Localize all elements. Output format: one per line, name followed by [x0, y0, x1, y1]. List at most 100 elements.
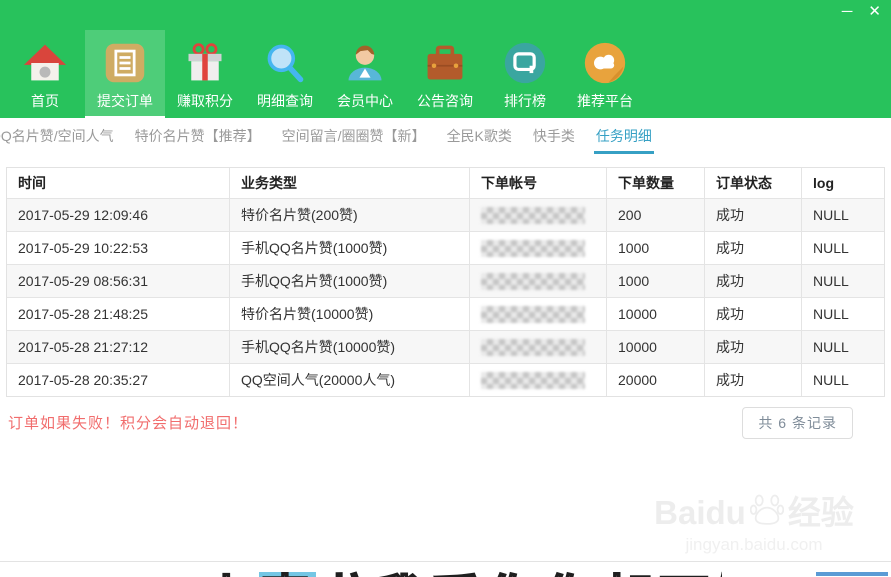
- minimize-button[interactable]: ─: [842, 4, 853, 19]
- cell-account: [469, 232, 606, 264]
- cell-status: 成功: [704, 298, 801, 330]
- col-header-status: 订单状态: [704, 168, 801, 198]
- bottom-blue-bar: [816, 572, 888, 576]
- caption-segment: 上: [202, 572, 259, 577]
- tab-k-song[interactable]: 全民K歌类: [445, 119, 514, 154]
- cell-qty: 20000: [606, 364, 704, 396]
- cell-time: 2017-05-29 10:22:53: [7, 232, 229, 264]
- cloud-platform-icon: [582, 40, 628, 86]
- tab-special-card-likes[interactable]: 特价名片赞【推荐】: [133, 119, 263, 154]
- masked-account: [481, 207, 585, 224]
- nav-item-label: 赚取积分: [177, 91, 233, 111]
- record-count-badge: 共 6 条记录: [742, 407, 853, 439]
- cell-time: 2017-05-29 12:09:46: [7, 199, 229, 231]
- table-row: 2017-05-29 10:22:53 手机QQ名片赞(1000赞) 1000 …: [7, 231, 884, 264]
- watermark-brand-text: Baidu: [654, 495, 746, 531]
- gift-icon: [182, 40, 228, 86]
- cell-status: 成功: [704, 364, 801, 396]
- nav-item-label: 排行榜: [504, 91, 546, 111]
- caption-highlighted-segment: 麦: [259, 572, 316, 577]
- masked-account: [481, 339, 585, 356]
- nav-item-earn-points[interactable]: 赚取积分: [165, 30, 245, 118]
- main-nav: 首页 提交订单 赚取积分: [0, 30, 891, 118]
- cell-qty: 1000: [606, 232, 704, 264]
- caption-segment: 啦我爱你你却不知道: [316, 572, 722, 577]
- cell-account: [469, 364, 606, 396]
- baidu-jingyan-watermark: Baidu 经验 jingyan.baidu.com: [629, 492, 879, 555]
- magnifier-icon: [262, 40, 308, 86]
- cell-log: NULL: [801, 232, 884, 264]
- nav-item-member-center[interactable]: 会员中心: [325, 30, 405, 118]
- category-tab-bar: QQ名片赞/空间人气 特价名片赞【推荐】 空间留言/圈圈赞【新】 全民K歌类 快…: [0, 118, 891, 154]
- table-row: 2017-05-29 12:09:46 特价名片赞(200赞) 200 成功 N…: [7, 198, 884, 231]
- cell-qty: 10000: [606, 298, 704, 330]
- cell-time: 2017-05-28 21:27:12: [7, 331, 229, 363]
- table-header-row: 时间 业务类型 下单帐号 下单数量 订单状态 log: [7, 168, 884, 198]
- cell-type: 手机QQ名片赞(1000赞): [229, 265, 469, 297]
- cell-status: 成功: [704, 199, 801, 231]
- cell-account: [469, 265, 606, 297]
- masked-account: [481, 240, 585, 257]
- col-header-log: log: [801, 168, 884, 198]
- ranking-icon: [502, 40, 548, 86]
- masked-account: [481, 372, 585, 389]
- cell-qty: 200: [606, 199, 704, 231]
- submit-order-icon: [102, 40, 148, 86]
- cell-time: 2017-05-28 20:35:27: [7, 364, 229, 396]
- cell-account: [469, 199, 606, 231]
- col-header-time: 时间: [7, 168, 229, 198]
- tab-task-detail[interactable]: 任务明细: [594, 119, 654, 154]
- refund-warning-text: 订单如果失败！积分会自动退回！: [8, 412, 248, 433]
- cell-log: NULL: [801, 265, 884, 297]
- orders-table: 时间 业务类型 下单帐号 下单数量 订单状态 log 2017-05-29 12…: [6, 167, 885, 397]
- col-header-type: 业务类型: [229, 168, 469, 198]
- cell-qty: 1000: [606, 265, 704, 297]
- masked-account: [481, 306, 585, 323]
- nav-item-label: 明细查询: [257, 91, 313, 111]
- cell-account: [469, 331, 606, 363]
- cell-qty: 10000: [606, 331, 704, 363]
- cell-account: [469, 298, 606, 330]
- cell-time: 2017-05-28 21:48:25: [7, 298, 229, 330]
- nav-item-announcements[interactable]: 公告咨询: [405, 30, 485, 118]
- masked-account: [481, 273, 585, 290]
- watermark-brand-suffix: 经验: [788, 495, 854, 531]
- cell-type: 手机QQ名片赞(1000赞): [229, 232, 469, 264]
- nav-item-label: 公告咨询: [417, 91, 473, 111]
- table-row: 2017-05-28 20:35:27 QQ空间人气(20000人气) 2000…: [7, 363, 884, 396]
- tab-kuaishou[interactable]: 快手类: [531, 119, 577, 154]
- nav-item-label: 首页: [31, 91, 59, 111]
- member-icon: [342, 40, 388, 86]
- col-header-account: 下单帐号: [469, 168, 606, 198]
- nav-item-recommend-platform[interactable]: 推荐平台: [565, 30, 645, 118]
- cell-type: 特价名片赞(200赞): [229, 199, 469, 231]
- nav-item-detail-query[interactable]: 明细查询: [245, 30, 325, 118]
- table-row: 2017-05-29 08:56:31 手机QQ名片赞(1000赞) 1000 …: [7, 264, 884, 297]
- table-row: 2017-05-28 21:27:12 手机QQ名片赞(10000赞) 1000…: [7, 330, 884, 363]
- nav-item-submit-order[interactable]: 提交订单: [85, 30, 165, 118]
- title-bar: ─ ✕: [0, 0, 891, 30]
- watermark-url: jingyan.baidu.com: [629, 535, 879, 555]
- cell-log: NULL: [801, 298, 884, 330]
- bottom-clipped-caption: 上麦啦我爱你你却不知道: [202, 558, 722, 577]
- close-button[interactable]: ✕: [868, 4, 881, 19]
- nav-item-ranking[interactable]: 排行榜: [485, 30, 565, 118]
- cell-status: 成功: [704, 265, 801, 297]
- cell-log: NULL: [801, 364, 884, 396]
- nav-item-home[interactable]: 首页: [5, 30, 85, 118]
- col-header-qty: 下单数量: [606, 168, 704, 198]
- briefcase-icon: [422, 40, 468, 86]
- cell-type: QQ空间人气(20000人气): [229, 364, 469, 396]
- tab-space-message-likes[interactable]: 空间留言/圈圈赞【新】: [280, 119, 428, 154]
- cell-status: 成功: [704, 232, 801, 264]
- cell-status: 成功: [704, 331, 801, 363]
- cell-log: NULL: [801, 199, 884, 231]
- baidu-paw-icon: [750, 492, 784, 533]
- cell-log: NULL: [801, 331, 884, 363]
- nav-item-label: 推荐平台: [577, 91, 633, 111]
- cell-time: 2017-05-29 08:56:31: [7, 265, 229, 297]
- table-row: 2017-05-28 21:48:25 特价名片赞(10000赞) 10000 …: [7, 297, 884, 330]
- tab-qq-card-likes[interactable]: QQ名片赞/空间人气: [0, 119, 116, 154]
- home-icon: [22, 40, 68, 86]
- nav-item-label: 会员中心: [337, 91, 393, 111]
